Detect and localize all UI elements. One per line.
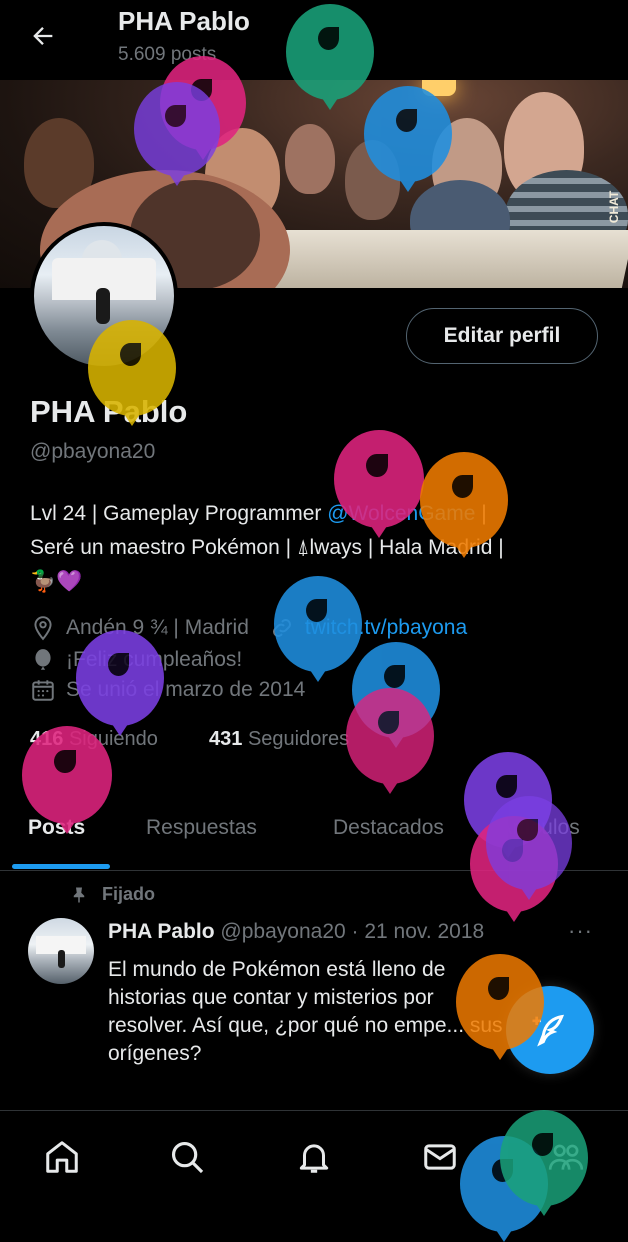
banner-table bbox=[233, 230, 628, 288]
nav-messages[interactable] bbox=[418, 1135, 462, 1179]
birthday-balloon bbox=[500, 1110, 588, 1206]
balloon-icon bbox=[30, 647, 56, 673]
birthday-balloon bbox=[334, 430, 424, 528]
nav-search[interactable] bbox=[165, 1135, 209, 1179]
banner-person bbox=[285, 124, 335, 194]
bio-text: Lvl 24 | Gameplay Programmer bbox=[30, 502, 328, 525]
search-icon bbox=[171, 1141, 204, 1174]
tab-highlights[interactable]: Destacados bbox=[333, 816, 444, 840]
pin-icon bbox=[73, 887, 85, 902]
birthday-balloon bbox=[76, 630, 164, 726]
birthday-balloon bbox=[22, 726, 112, 824]
pinned-text: Fijado bbox=[102, 884, 155, 904]
nav-notifications[interactable] bbox=[292, 1135, 336, 1179]
back-button[interactable] bbox=[18, 14, 68, 58]
birthday-balloon bbox=[346, 688, 434, 784]
profile-meta-joined: Se unió el marzo de 2014 bbox=[30, 677, 305, 703]
followers-count: 431 bbox=[209, 728, 243, 750]
birthday-balloon bbox=[420, 452, 508, 548]
home-icon bbox=[46, 1141, 78, 1173]
followers-label: Seguidores bbox=[247, 728, 350, 750]
birthday-balloon bbox=[134, 82, 220, 176]
tab-active-indicator bbox=[12, 864, 110, 869]
birthday-balloon bbox=[274, 576, 362, 672]
mail-icon bbox=[424, 1144, 456, 1170]
tab-replies[interactable]: Respuestas bbox=[146, 816, 257, 840]
birthday-balloon bbox=[286, 4, 374, 100]
post-author-avatar[interactable] bbox=[28, 918, 94, 984]
banner-watermark: CHAT bbox=[607, 190, 622, 224]
location-pin-icon bbox=[30, 615, 56, 641]
birthday-balloon bbox=[486, 796, 572, 890]
post-header: PHA Pablo @pbayona20 · 21 nov. 2018 bbox=[108, 920, 484, 944]
birthday-balloon bbox=[88, 320, 176, 416]
bio-text: Seré un maestro Pokémon | ⍋lways | Hala … bbox=[30, 536, 504, 559]
nav-home[interactable] bbox=[40, 1135, 84, 1179]
pinned-label: Fijado bbox=[70, 884, 155, 905]
post-author-name[interactable]: PHA Pablo bbox=[108, 920, 215, 943]
bell-icon bbox=[299, 1144, 329, 1173]
post-meta: @pbayona20 · 21 nov. 2018 bbox=[220, 920, 485, 943]
birthday-balloon bbox=[456, 954, 544, 1050]
header-title: PHA Pablo bbox=[118, 6, 250, 36]
profile-handle: @pbayona20 bbox=[30, 440, 156, 463]
calendar-icon bbox=[30, 677, 56, 703]
post-more-icon[interactable]: ··· bbox=[568, 918, 593, 944]
followers-link[interactable]: 431 Seguidores bbox=[209, 728, 349, 751]
location-text: Andén 9 ¾ | Madrid bbox=[66, 616, 249, 639]
edit-profile-button[interactable]: Editar perfil bbox=[406, 308, 598, 364]
birthday-balloon bbox=[364, 86, 452, 182]
back-arrow-icon bbox=[33, 27, 53, 45]
